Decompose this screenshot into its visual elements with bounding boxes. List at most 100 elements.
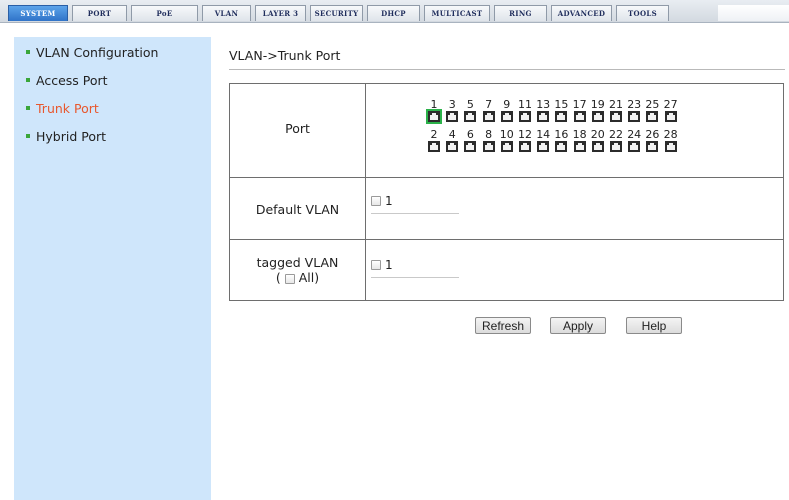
tagged-all-open-paren: ( bbox=[275, 270, 281, 285]
port-number: 16 bbox=[554, 128, 569, 141]
ethernet-port-icon bbox=[646, 111, 659, 122]
sidebar-item-label: Trunk Port bbox=[36, 101, 99, 116]
port-number: 9 bbox=[503, 98, 511, 111]
ethernet-port-icon bbox=[519, 141, 531, 152]
ethernet-port-icon bbox=[591, 141, 604, 152]
sidebar-item-hybrid-port[interactable]: Hybrid Port bbox=[26, 129, 106, 144]
port-4[interactable]: 4 bbox=[444, 129, 460, 152]
port-7[interactable]: 7 bbox=[481, 99, 497, 122]
top-nav-bar: SYSTEM PORT PoE VLAN LAYER 3 SECURITY DH… bbox=[0, 0, 789, 23]
sidebar-item-label: Hybrid Port bbox=[36, 129, 107, 144]
ethernet-port-icon bbox=[446, 111, 459, 122]
port-2[interactable]: 2 bbox=[426, 129, 442, 152]
tab-system[interactable]: SYSTEM bbox=[8, 5, 68, 21]
sidebar-item-vlan-configuration[interactable]: VLAN Configuration bbox=[26, 45, 158, 60]
port-18[interactable]: 18 bbox=[572, 129, 588, 152]
port-3[interactable]: 3 bbox=[444, 99, 460, 122]
refresh-button[interactable]: Refresh bbox=[475, 317, 531, 334]
port-number: 28 bbox=[663, 128, 678, 141]
default-vlan-checkbox[interactable] bbox=[371, 195, 381, 206]
ethernet-port-icon bbox=[519, 111, 531, 122]
sidebar-item-trunk-port[interactable]: Trunk Port bbox=[26, 101, 99, 116]
port-number: 17 bbox=[572, 98, 587, 111]
tabbar-blank-area bbox=[718, 5, 789, 21]
port-26[interactable]: 26 bbox=[644, 129, 660, 152]
port-14[interactable]: 14 bbox=[535, 129, 551, 152]
ethernet-port-icon bbox=[464, 141, 477, 152]
port-27[interactable]: 27 bbox=[663, 99, 679, 122]
tab-poe[interactable]: PoE bbox=[131, 5, 198, 21]
tab-dhcp[interactable]: DHCP bbox=[367, 5, 420, 21]
ethernet-port-icon bbox=[664, 141, 677, 152]
tab-multicast[interactable]: MULTICAST bbox=[424, 5, 490, 21]
port-number: 11 bbox=[518, 98, 532, 111]
port-8[interactable]: 8 bbox=[481, 129, 497, 152]
ethernet-port-icon bbox=[628, 141, 641, 152]
port-10[interactable]: 10 bbox=[499, 129, 515, 152]
default-vlan-cell: 1 bbox=[371, 193, 459, 214]
ethernet-port-icon bbox=[482, 111, 495, 122]
sidebar-item-label: Access Port bbox=[36, 73, 108, 88]
tab-vlan[interactable]: VLAN bbox=[202, 5, 251, 21]
ethernet-port-icon bbox=[610, 141, 622, 152]
ethernet-port-icon bbox=[464, 111, 477, 122]
port-12[interactable]: 12 bbox=[517, 129, 533, 152]
help-button[interactable]: Help bbox=[626, 317, 682, 334]
bullet-icon bbox=[26, 105, 30, 110]
ethernet-port-icon bbox=[500, 141, 513, 152]
trunk-port-form: Port 1 3 5 7 9 11 13 15 17 19 21 23 25 27 2 4 6 8 10 12 14 16… bbox=[229, 83, 784, 301]
port-9[interactable]: 9 bbox=[499, 99, 515, 122]
port-23[interactable]: 23 bbox=[626, 99, 642, 122]
apply-button[interactable]: Apply bbox=[550, 317, 606, 334]
port-22[interactable]: 22 bbox=[608, 129, 624, 152]
sidebar-item-access-port[interactable]: Access Port bbox=[26, 73, 108, 88]
port-24[interactable]: 24 bbox=[626, 129, 642, 152]
tab-tools[interactable]: TOOLS bbox=[616, 5, 669, 21]
port-25[interactable]: 25 bbox=[644, 99, 660, 122]
port-1[interactable]: 1 bbox=[426, 99, 442, 124]
port-20[interactable]: 20 bbox=[590, 129, 606, 152]
tab-ring[interactable]: RING bbox=[494, 5, 547, 21]
breadcrumb-divider bbox=[229, 69, 785, 70]
ethernet-port-icon bbox=[446, 141, 459, 152]
port-number: 13 bbox=[536, 98, 551, 111]
port-15[interactable]: 15 bbox=[553, 99, 569, 122]
tagged-vlan-value: 1 bbox=[385, 257, 393, 272]
port-number: 22 bbox=[609, 128, 623, 141]
port-number: 23 bbox=[627, 98, 642, 111]
port-number: 14 bbox=[536, 128, 551, 141]
port-16[interactable]: 16 bbox=[553, 129, 569, 152]
ethernet-port-icon bbox=[426, 109, 442, 124]
tagged-vlan-checkbox[interactable] bbox=[371, 259, 381, 270]
underline bbox=[371, 277, 459, 278]
port-11[interactable]: 11 bbox=[517, 99, 533, 122]
port-5[interactable]: 5 bbox=[462, 99, 478, 122]
port-number: 18 bbox=[572, 128, 587, 141]
tab-port[interactable]: PORT bbox=[72, 5, 127, 21]
ethernet-port-icon bbox=[664, 111, 677, 122]
port-number: 4 bbox=[448, 128, 456, 141]
port-28[interactable]: 28 bbox=[663, 129, 679, 152]
port-number: 19 bbox=[590, 98, 605, 111]
tab-security[interactable]: SECURITY bbox=[310, 5, 363, 21]
ethernet-port-icon bbox=[428, 141, 440, 152]
tagged-all-checkbox[interactable] bbox=[284, 273, 295, 284]
port-19[interactable]: 19 bbox=[590, 99, 606, 122]
tab-layer3[interactable]: LAYER 3 bbox=[255, 5, 306, 21]
port-21[interactable]: 21 bbox=[608, 99, 624, 122]
tagged-all-label: All) bbox=[298, 270, 320, 285]
row-divider bbox=[230, 239, 783, 240]
tab-advanced[interactable]: ADVANCED bbox=[551, 5, 612, 21]
ethernet-port-icon bbox=[555, 141, 568, 152]
sidebar: VLAN Configuration Access Port Trunk Por… bbox=[14, 37, 211, 500]
port-17[interactable]: 17 bbox=[572, 99, 588, 122]
port-number: 7 bbox=[485, 98, 493, 111]
ethernet-port-icon bbox=[591, 111, 604, 122]
port-6[interactable]: 6 bbox=[462, 129, 478, 152]
port-number: 8 bbox=[485, 128, 493, 141]
ethernet-port-icon bbox=[573, 111, 586, 122]
bullet-icon bbox=[26, 133, 30, 138]
bullet-icon bbox=[26, 49, 30, 54]
port-13[interactable]: 13 bbox=[535, 99, 551, 122]
column-divider bbox=[365, 84, 366, 300]
